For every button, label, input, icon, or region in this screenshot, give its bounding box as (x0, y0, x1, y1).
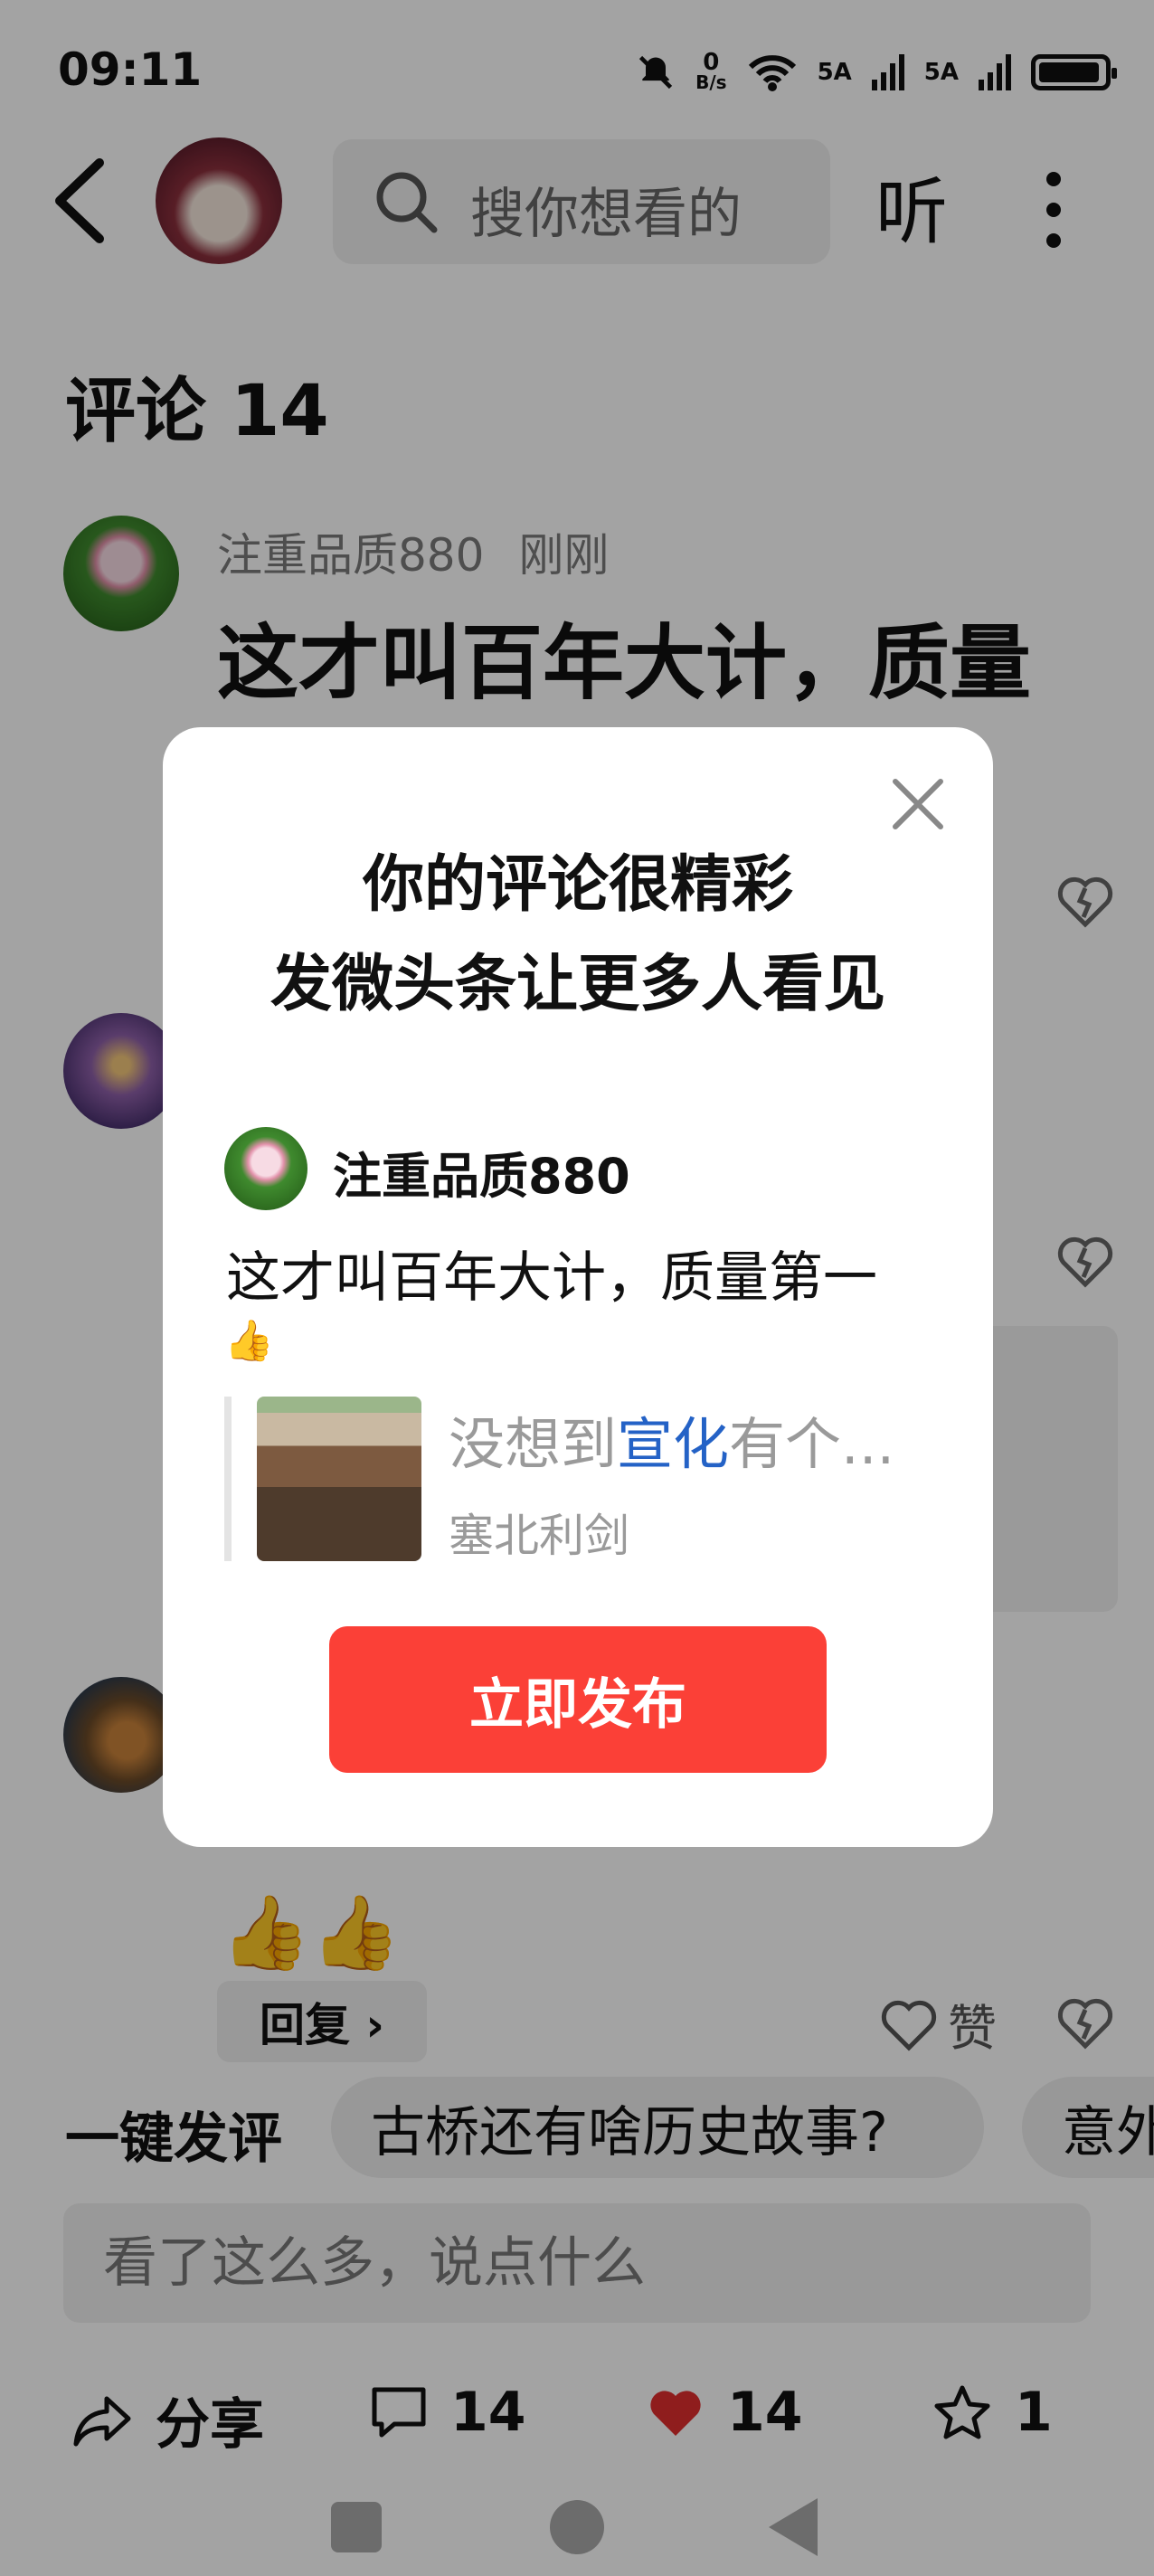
article-title-highlight: 宣化 (617, 1411, 730, 1477)
dialog-comment-text: 这才叫百年大计，质量第一 (226, 1246, 877, 1310)
dialog-user-name: 注重品质880 (333, 1148, 630, 1205)
article-source: 塞北利剑 (449, 1510, 629, 1562)
dialog-thumb-emoji: 👍 (224, 1318, 274, 1364)
close-icon[interactable] (888, 774, 948, 834)
dialog-user-avatar (224, 1127, 307, 1210)
quote-divider (224, 1397, 232, 1561)
dialog-title-line2: 发微头条让更多人看见 (270, 949, 885, 1020)
article-thumbnail (257, 1397, 421, 1561)
publish-button[interactable]: 立即发布 (329, 1626, 827, 1773)
article-title: 没想到宣化有个... (449, 1411, 895, 1477)
dialog-title-line1: 你的评论很精彩 (362, 849, 793, 921)
